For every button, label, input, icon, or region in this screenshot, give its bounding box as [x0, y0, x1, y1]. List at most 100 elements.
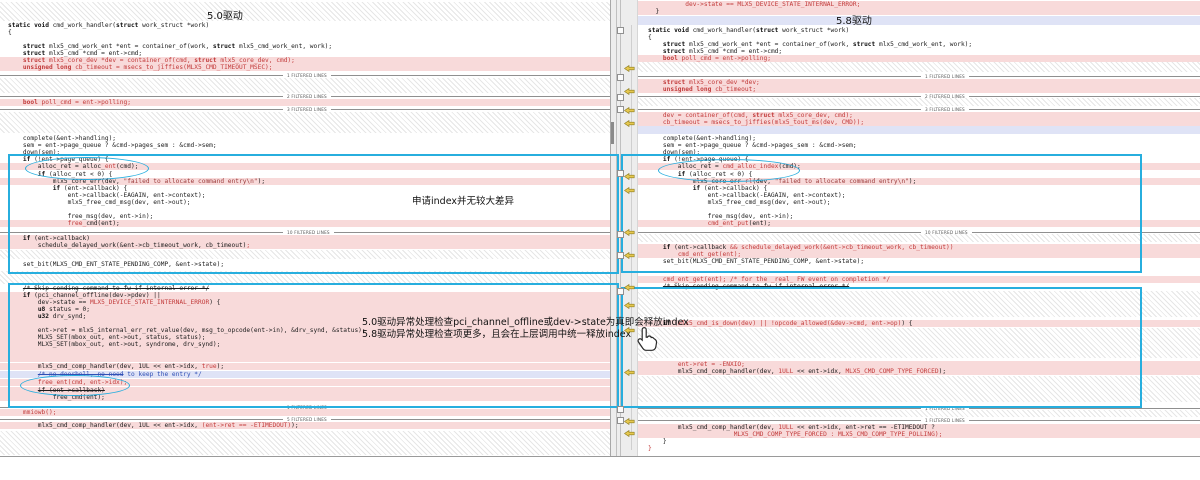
- code-segment: mlx5_cmd *cmd = ent->cmd;: [49, 50, 142, 57]
- code-segment: cmd_work_handler(: [53, 22, 116, 29]
- code-segment: to keep the entry */: [124, 371, 202, 378]
- code-segment: if: [38, 171, 49, 178]
- merge-arrow-icon[interactable]: [624, 99, 635, 106]
- merge-arrow-icon[interactable]: [624, 422, 635, 429]
- scrollbar-thumb[interactable]: [611, 122, 614, 144]
- code-segment: mlx5_core_dev *dev = container_of(cmd,: [49, 57, 194, 64]
- code-line: {: [0, 29, 610, 36]
- fold-marker[interactable]: [617, 417, 624, 424]
- merge-arrow-icon[interactable]: [624, 165, 635, 172]
- code-line: cmd_ent_put(ent);: [638, 220, 1200, 227]
- merge-arrow-icon[interactable]: [624, 221, 635, 228]
- code-segment: struct: [663, 79, 689, 86]
- code-segment: dev->state ==: [8, 299, 90, 306]
- code-line: }: [638, 8, 1200, 15]
- code-segment: cb_timeout = msecs_to_jiffies(MLX5_CMD_T…: [75, 64, 272, 71]
- code-segment: struct: [213, 43, 239, 50]
- code-segment: );: [217, 363, 224, 370]
- code-segment: free_ent(cmd, ent->idx);: [38, 379, 127, 386]
- code-line: mlx5_free_cmd_msg(dev, ent->out);: [0, 199, 610, 206]
- code-segment: << ent->idx,: [793, 368, 845, 375]
- annotation-left-pane-title: 5.0驱动: [207, 7, 243, 22]
- code-segment: if: [23, 156, 34, 163]
- merge-arrow-icon[interactable]: [624, 294, 635, 301]
- code-segment: );: [258, 178, 265, 185]
- code-segment: set_bit(MLX5_CMD_ENT_STATE_PENDING_COMP,…: [648, 258, 864, 265]
- merge-arrow-icon[interactable]: [624, 319, 635, 326]
- fold-marker[interactable]: [617, 288, 624, 295]
- filtered-region-hatch: [638, 291, 1200, 317]
- code-segment: mlx5_cmd_work_ent, work);: [879, 41, 972, 48]
- filtered-lines-label: 1 FILTERED LINES: [925, 418, 965, 423]
- code-segment: struct: [663, 48, 689, 55]
- code-segment: dev = container_of(cmd,: [648, 112, 752, 119]
- merge-arrow-icon[interactable]: [624, 80, 635, 87]
- filtered-region-hatch: [0, 112, 610, 133]
- code-segment: (!ent->page_queue) {: [34, 156, 109, 163]
- filtered-region-hatch: [0, 250, 610, 259]
- fold-marker[interactable]: [617, 27, 624, 34]
- code-segment: unsigned long: [663, 86, 715, 93]
- code-segment: [648, 220, 708, 227]
- code-segment: down(sem);: [648, 149, 700, 156]
- merge-arrow-icon[interactable]: [624, 244, 635, 251]
- code-line: alloc_ret = alloc_ent(cmd);: [0, 163, 610, 170]
- merge-arrow-icon[interactable]: [624, 112, 635, 119]
- fold-marker[interactable]: [617, 170, 624, 177]
- code-segment: true: [202, 363, 217, 370]
- code-segment: [648, 55, 663, 62]
- code-segment: MLX5_DEVICE_STATE_INTERNAL_ERROR: [90, 299, 209, 306]
- code-segment: }: [648, 445, 652, 452]
- code-line: schedule_delayed_work(&ent->cb_timeout_w…: [0, 242, 610, 249]
- code-segment: [8, 306, 38, 313]
- scrollbar-track[interactable]: [616, 0, 617, 456]
- annotation-note-alloc-index: 申请index并无较大差异: [412, 193, 514, 207]
- code-segment: dev->state == MLX5_DEVICE_STATE_INTERNAL…: [648, 1, 860, 8]
- code-line: mlx5_cmd_comp_handler(dev, 1ULL << ent->…: [638, 368, 1200, 375]
- right-pane-border: [637, 0, 638, 456]
- code-segment: [8, 387, 38, 394]
- code-segment: [648, 48, 663, 55]
- code-segment: {: [648, 34, 652, 41]
- code-segment: (ent->callback) {: [704, 185, 767, 192]
- code-segment: /* Skip sending command to fw if interna…: [663, 283, 849, 290]
- code-segment: [8, 285, 23, 292]
- filtered-region-hatch: [0, 2, 610, 21]
- fold-marker[interactable]: [617, 406, 624, 413]
- code-line: unsigned long cb_timeout;: [638, 86, 1200, 93]
- annotation-right-pane-title: 5.8驱动: [836, 12, 872, 27]
- code-segment: );: [291, 422, 298, 429]
- code-segment: << ent->idx, ent->ret == -ETIMEDOUT ?: [793, 424, 935, 431]
- code-segment: [648, 185, 693, 192]
- merge-arrow-icon[interactable]: [624, 276, 635, 283]
- code-segment: [8, 371, 38, 378]
- fold-marker[interactable]: [617, 74, 624, 81]
- code-segment: bool: [23, 99, 42, 106]
- merge-arrow-icon[interactable]: [624, 179, 635, 186]
- code-segment: [8, 409, 23, 416]
- code-segment: sem = ent->page_queue ? &cmd->pages_sem …: [8, 142, 217, 149]
- code-segment: mlx5_core_dev, cmd);: [220, 57, 295, 64]
- code-line: mmiowb();: [0, 409, 610, 416]
- code-segment: );: [909, 178, 916, 185]
- gutter-divider: [620, 0, 621, 456]
- fold-marker[interactable]: [617, 231, 624, 238]
- merge-arrow-icon[interactable]: [624, 361, 635, 368]
- code-segment: struct: [23, 57, 49, 64]
- diff-pane-right[interactable]: dev->state == MLX5_DEVICE_STATE_INTERNAL…: [638, 0, 1200, 456]
- code-segment: complete(&ent->handling);: [8, 135, 116, 142]
- merge-arrow-icon[interactable]: [624, 57, 635, 64]
- code-segment: cmd_work_handler(: [693, 27, 756, 34]
- code-segment: [8, 50, 23, 57]
- diff-pane-left[interactable]: static void cmd_work_handler(struct work…: [0, 0, 610, 456]
- fold-marker[interactable]: [617, 252, 624, 259]
- code-segment: struct: [194, 57, 220, 64]
- code-segment: [8, 379, 38, 386]
- merge-arrow-icon[interactable]: [624, 410, 635, 417]
- code-segment: 1ULL: [778, 368, 793, 375]
- fold-marker[interactable]: [617, 94, 624, 101]
- code-line-blank: [638, 16, 1200, 25]
- code-segment: struct: [23, 43, 49, 50]
- code-segment: free_: [68, 220, 87, 227]
- fold-marker[interactable]: [617, 106, 624, 113]
